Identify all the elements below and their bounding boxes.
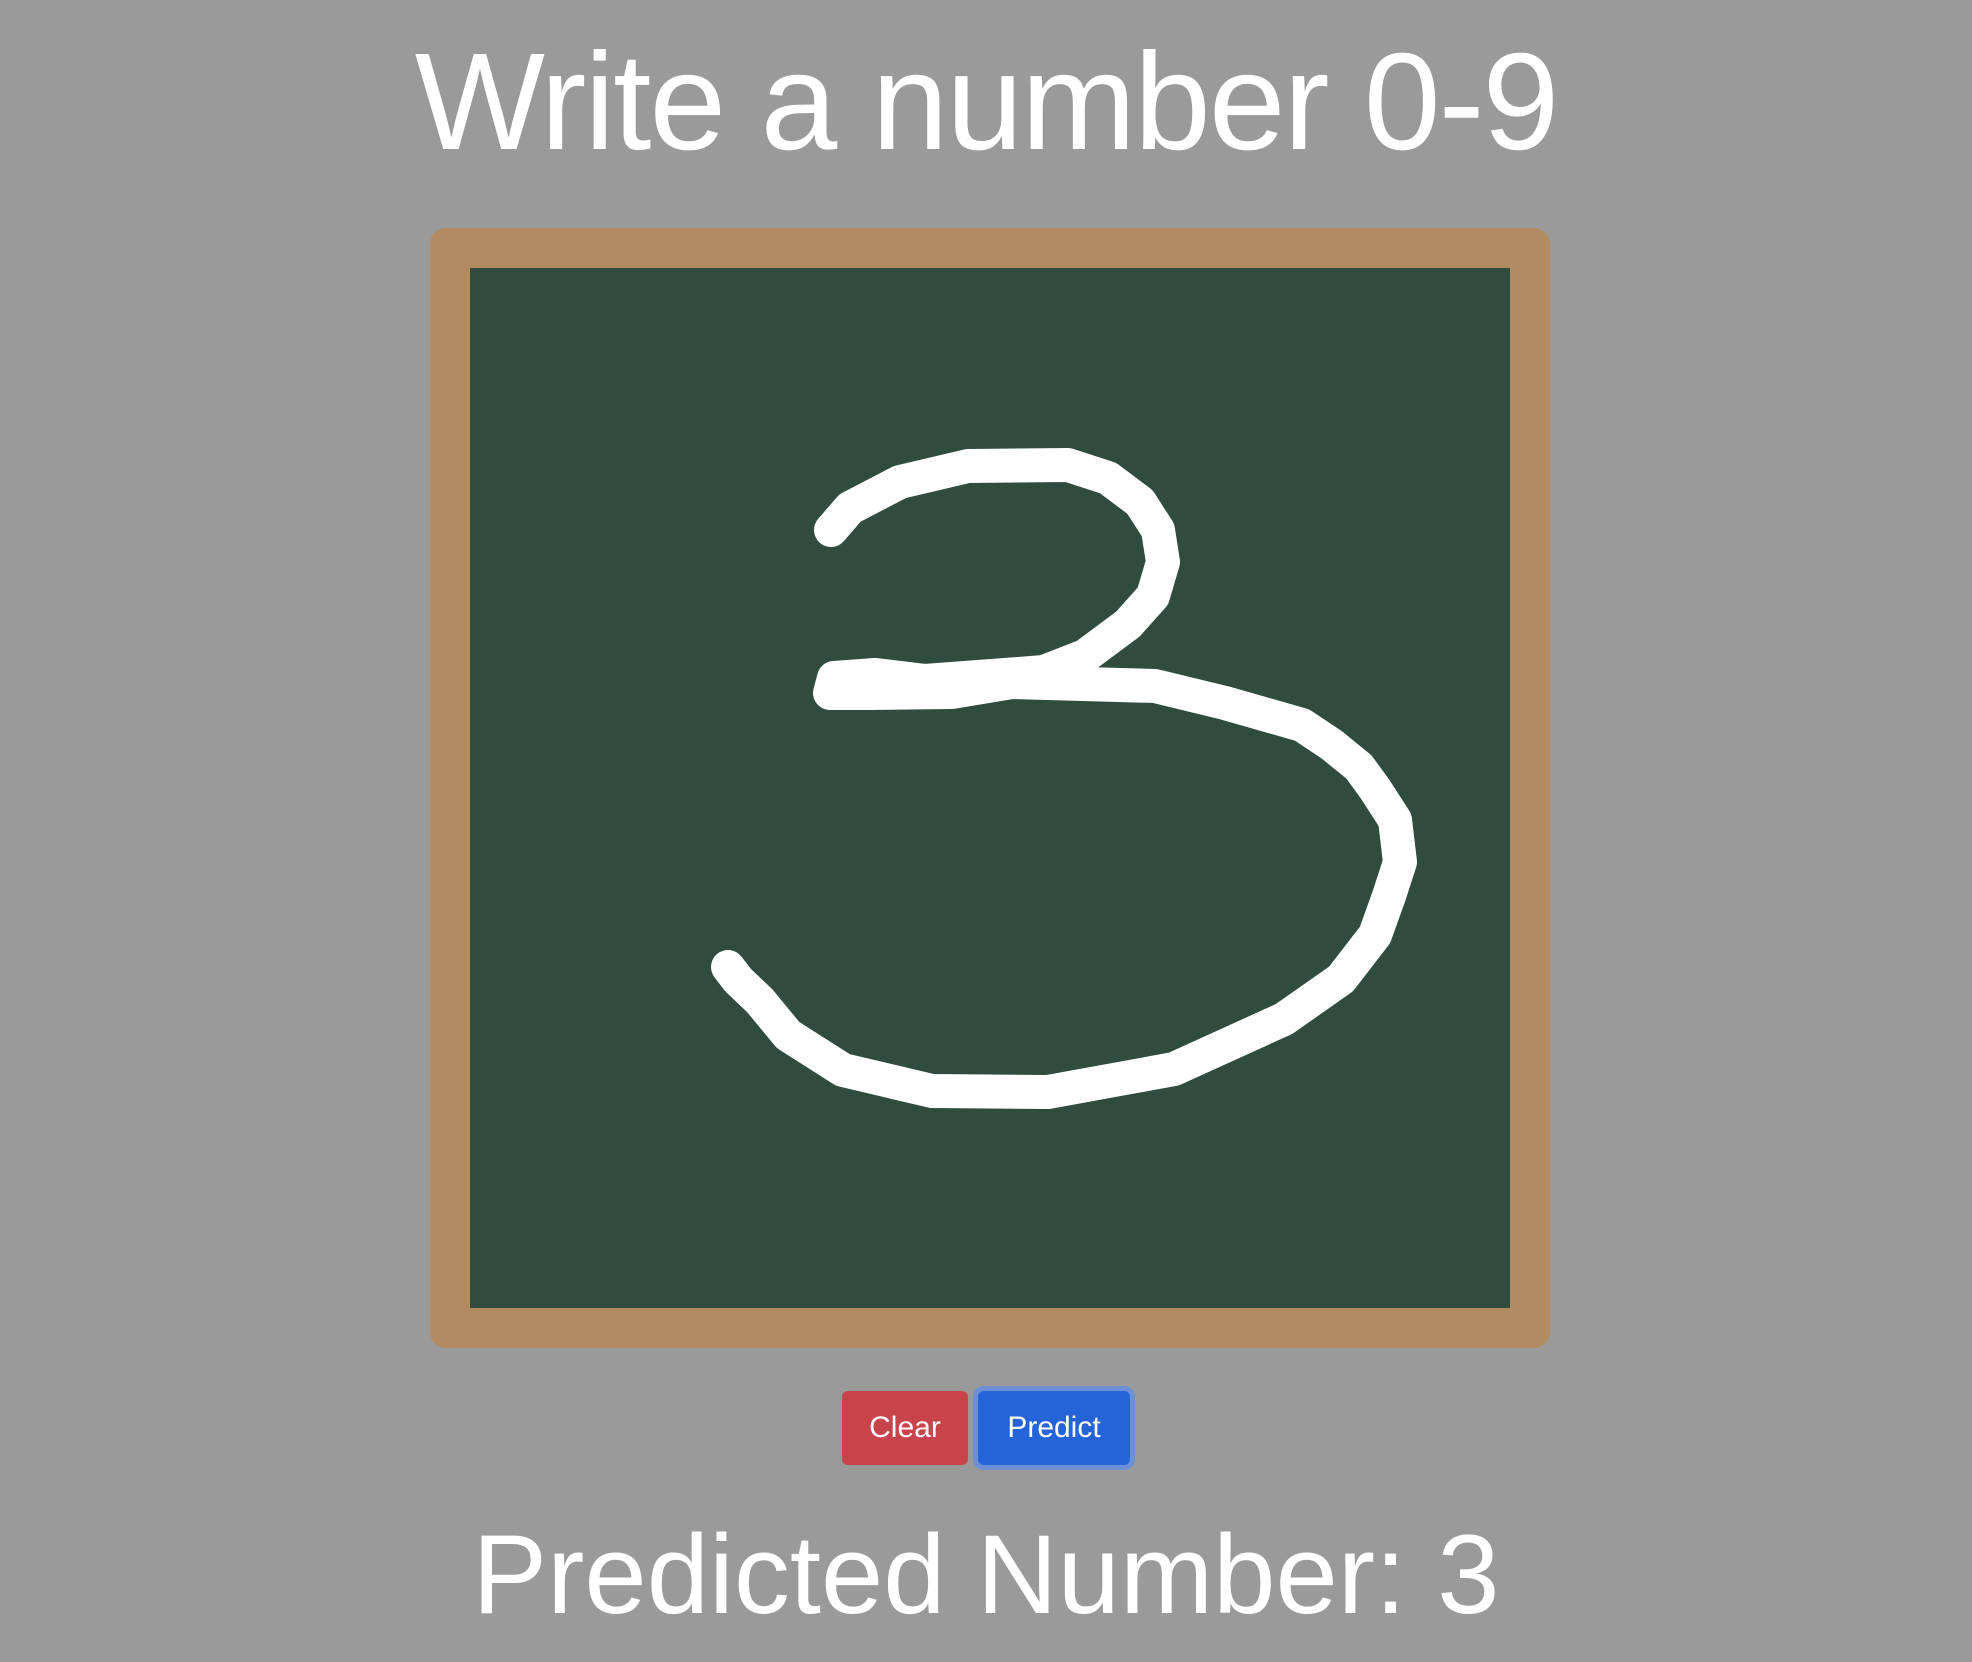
- clear-button[interactable]: Clear: [842, 1391, 968, 1465]
- drawing-canvas[interactable]: [470, 268, 1510, 1308]
- page-title: Write a number 0-9: [414, 25, 1560, 179]
- chalkboard-frame: [430, 228, 1550, 1348]
- action-buttons: Clear Predict: [0, 1391, 1972, 1465]
- predict-button[interactable]: Predict: [978, 1391, 1130, 1465]
- drawn-digit-icon: [711, 448, 1417, 1109]
- predicted-number-label: Predicted Number: 3: [472, 1512, 1500, 1637]
